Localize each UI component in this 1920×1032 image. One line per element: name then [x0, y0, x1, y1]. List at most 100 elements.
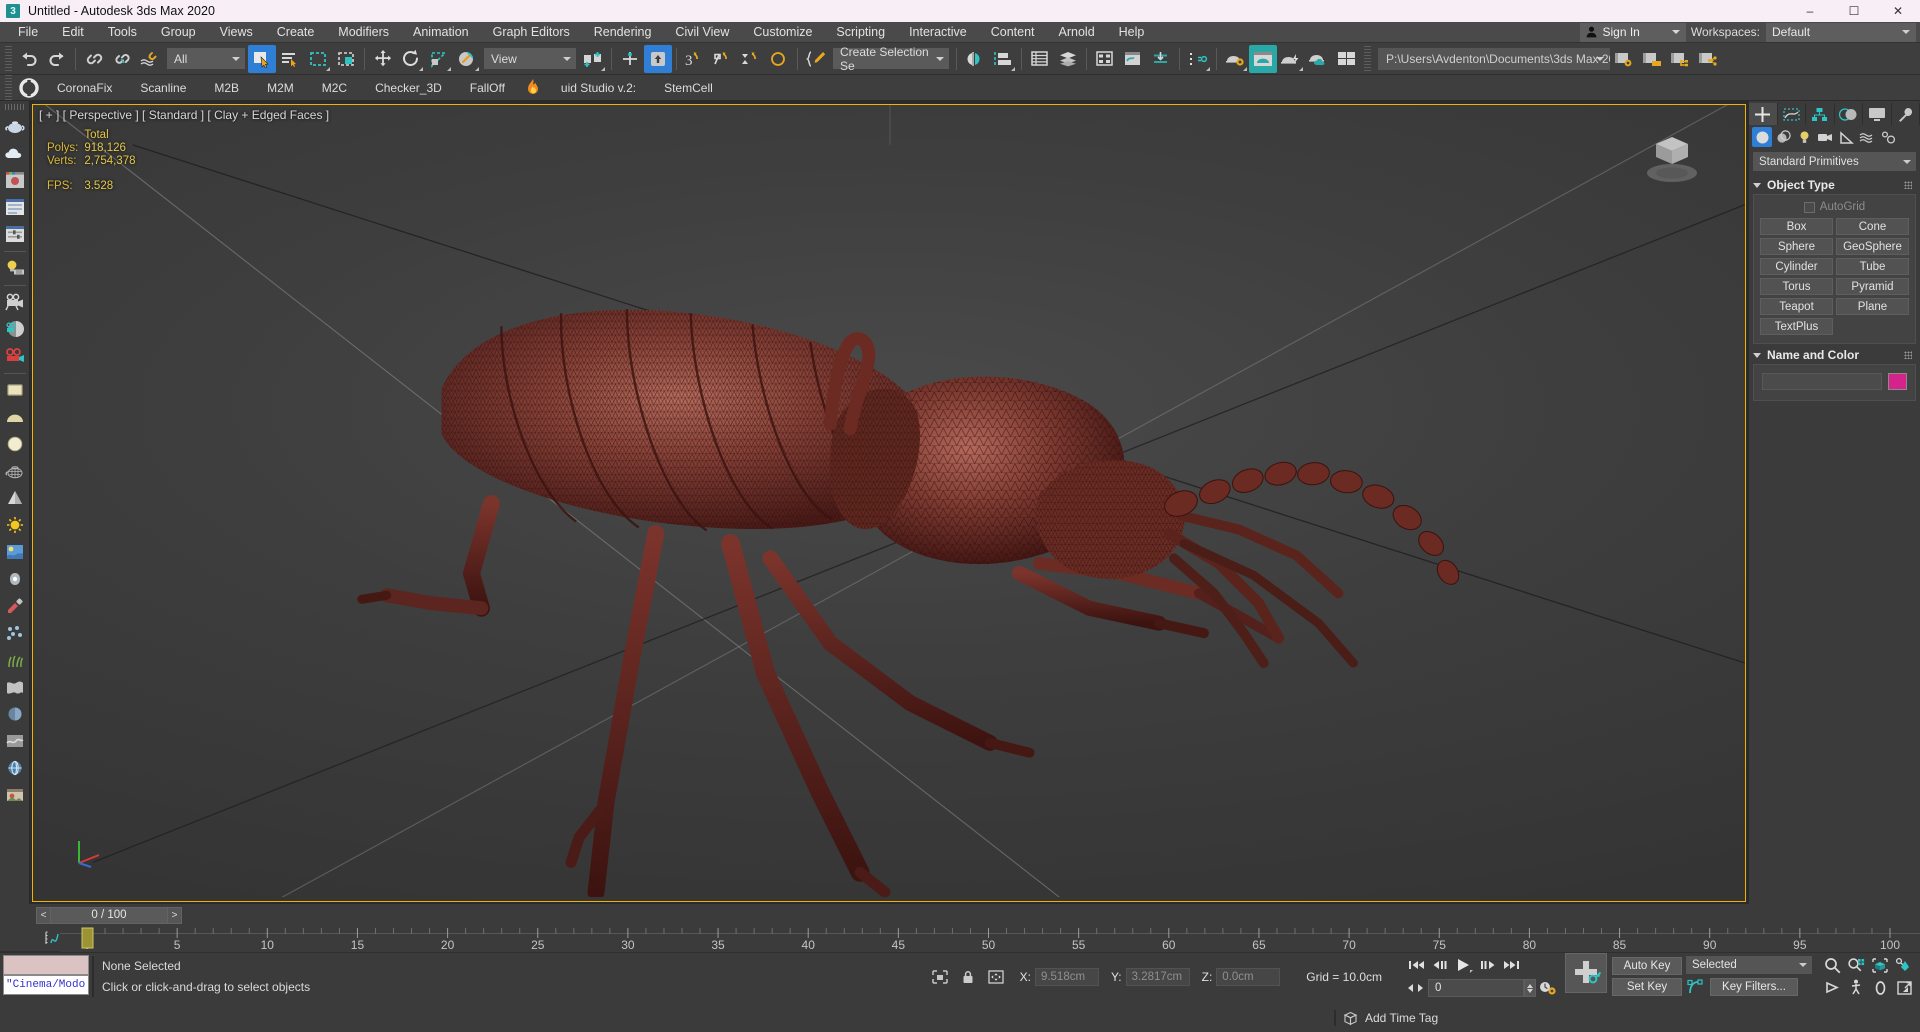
curve-editor-icon[interactable]	[1119, 45, 1147, 73]
orbit-icon[interactable]	[1868, 977, 1892, 999]
snap-toggle-icon[interactable]	[616, 45, 644, 73]
workspace-select[interactable]: Default	[1766, 22, 1916, 42]
plugin-coronafix[interactable]: CoronaFix	[43, 81, 126, 95]
key-mode-select[interactable]: Selected	[1686, 956, 1812, 974]
rectangular-selection-region-icon[interactable]	[304, 45, 332, 73]
zoom-all-icon[interactable]	[1844, 955, 1868, 977]
cone-button[interactable]: Cone	[1836, 218, 1909, 235]
x-coordinate-field[interactable]: 9.518cm	[1034, 967, 1099, 986]
corona-renderer-icon[interactable]	[15, 74, 43, 102]
previous-frame-arrow[interactable]: <	[36, 906, 51, 924]
mirror-icon[interactable]	[961, 45, 989, 73]
plugin-uid-studio[interactable]: uid Studio v.2:	[547, 81, 650, 95]
listener-output-field[interactable]	[3, 955, 89, 975]
shapes-icon[interactable]	[1773, 127, 1793, 147]
geosphere-button[interactable]: GeoSphere	[1836, 238, 1909, 255]
time-slider[interactable]: < 0 / 100 >	[36, 906, 182, 924]
angle-snap-icon[interactable]: 3	[681, 45, 709, 73]
teapot-wire-icon[interactable]	[2, 458, 28, 484]
maximize-button[interactable]: ☐	[1832, 0, 1876, 22]
current-frame-input[interactable]: 0	[1428, 979, 1524, 997]
open-render-gallery-icon[interactable]	[1333, 45, 1361, 73]
play-animation-icon[interactable]	[1452, 955, 1476, 975]
close-button[interactable]: ✕	[1876, 0, 1920, 22]
autogrid-row[interactable]: AutoGrid	[1760, 201, 1909, 213]
percent-snap-icon[interactable]	[709, 45, 737, 73]
lights-icon[interactable]	[1794, 127, 1814, 147]
create-tab[interactable]	[1749, 103, 1778, 125]
zoom-extents-icon[interactable]	[1868, 955, 1892, 977]
plane-light-icon[interactable]	[2, 377, 28, 403]
current-frame-display[interactable]: 0 / 100	[51, 906, 167, 924]
previous-frame-icon[interactable]	[1428, 955, 1452, 975]
selection-lock-region-icon[interactable]	[928, 967, 952, 987]
walk-through-icon[interactable]	[1844, 977, 1868, 999]
select-object-icon[interactable]	[248, 44, 276, 73]
helpers-icon[interactable]	[1836, 127, 1856, 147]
red-camera-icon[interactable]	[2, 343, 28, 369]
render-preview-icon[interactable]	[2, 167, 28, 193]
y-coordinate-field[interactable]: 3.2817cm	[1125, 967, 1190, 986]
project-path-display[interactable]: P:\Users\Avdenton\Documents\3ds Max 2020	[1378, 47, 1610, 70]
plugin-stemcell[interactable]: StemCell	[650, 81, 727, 95]
pyramid-button[interactable]: Pyramid	[1836, 278, 1909, 295]
select-and-place-icon[interactable]	[453, 45, 481, 73]
name-and-color-header[interactable]: Name and Color	[1753, 346, 1916, 364]
render-frame-window-icon[interactable]	[1249, 44, 1277, 73]
add-time-tag-group[interactable]: Add Time Tag	[1334, 1010, 1438, 1026]
spinner-snap-icon[interactable]	[765, 45, 793, 73]
menu-edit[interactable]: Edit	[50, 22, 96, 43]
auto-key-button[interactable]: Auto Key	[1612, 957, 1682, 975]
key-filters-button[interactable]: Key Filters...	[1710, 978, 1798, 996]
select-and-rotate-icon[interactable]	[397, 45, 425, 73]
menu-interactive[interactable]: Interactive	[897, 22, 979, 43]
frame-spinner[interactable]	[1524, 979, 1536, 997]
object-name-input[interactable]	[1762, 373, 1882, 390]
pan-view-icon[interactable]	[1820, 977, 1844, 999]
time-configuration-icon[interactable]	[1536, 978, 1560, 998]
absolute-relative-mode-icon[interactable]	[984, 967, 1008, 987]
object-color-swatch[interactable]	[1888, 373, 1907, 390]
menu-help[interactable]: Help	[1107, 22, 1157, 43]
set-key-button[interactable]: Set Key	[1612, 978, 1682, 996]
teapot-object-icon[interactable]	[2, 113, 28, 139]
textplus-button[interactable]: TextPlus	[1760, 318, 1833, 335]
plugin-m2b[interactable]: M2B	[200, 81, 253, 95]
light-setup-icon[interactable]	[2, 255, 28, 281]
schematic-view-icon[interactable]	[1091, 45, 1119, 73]
display-tab[interactable]	[1863, 103, 1892, 125]
utilities-tab[interactable]	[1892, 103, 1920, 125]
listener-input-field[interactable]: "Cinema/Modo	[3, 975, 89, 995]
settings-panel-icon[interactable]	[2, 194, 28, 220]
cone-light-icon[interactable]	[2, 485, 28, 511]
menu-arnold[interactable]: Arnold	[1047, 22, 1107, 43]
render-setup-icon[interactable]	[1221, 45, 1249, 73]
menu-file[interactable]: File	[6, 22, 50, 43]
use-pivot-point-center-icon[interactable]	[579, 45, 607, 73]
cloud-icon[interactable]	[2, 140, 28, 166]
reference-coordinate-select[interactable]: View	[484, 48, 576, 69]
set-tangents-icon[interactable]	[1686, 977, 1706, 997]
next-frame-icon[interactable]	[1476, 955, 1500, 975]
sphere-light-icon[interactable]	[2, 431, 28, 457]
box-button[interactable]: Box	[1760, 218, 1833, 235]
align-icon[interactable]	[989, 45, 1017, 73]
go-to-end-icon[interactable]	[1500, 955, 1524, 975]
window-crossing-icon[interactable]	[332, 45, 360, 73]
next-frame-arrow[interactable]: >	[167, 906, 182, 924]
modify-tab[interactable]	[1778, 103, 1806, 125]
redo-icon[interactable]	[43, 45, 71, 73]
menu-tools[interactable]: Tools	[96, 22, 149, 43]
object-type-header[interactable]: Object Type	[1753, 176, 1916, 194]
key-mode-toggle-icon[interactable]	[1404, 978, 1428, 998]
hierarchy-tab[interactable]	[1806, 103, 1835, 125]
menu-customize[interactable]: Customize	[741, 22, 824, 43]
render-production-icon[interactable]	[1277, 45, 1305, 73]
dome-light-icon[interactable]	[2, 404, 28, 430]
bind-space-warp-icon[interactable]	[136, 45, 164, 73]
layer-explorer-icon[interactable]	[1026, 45, 1054, 73]
open-project-folder-icon[interactable]	[1638, 45, 1666, 73]
teapot-button[interactable]: Teapot	[1760, 298, 1833, 315]
sun-icon[interactable]	[2, 512, 28, 538]
project-folder-settings-icon[interactable]	[1610, 45, 1638, 73]
